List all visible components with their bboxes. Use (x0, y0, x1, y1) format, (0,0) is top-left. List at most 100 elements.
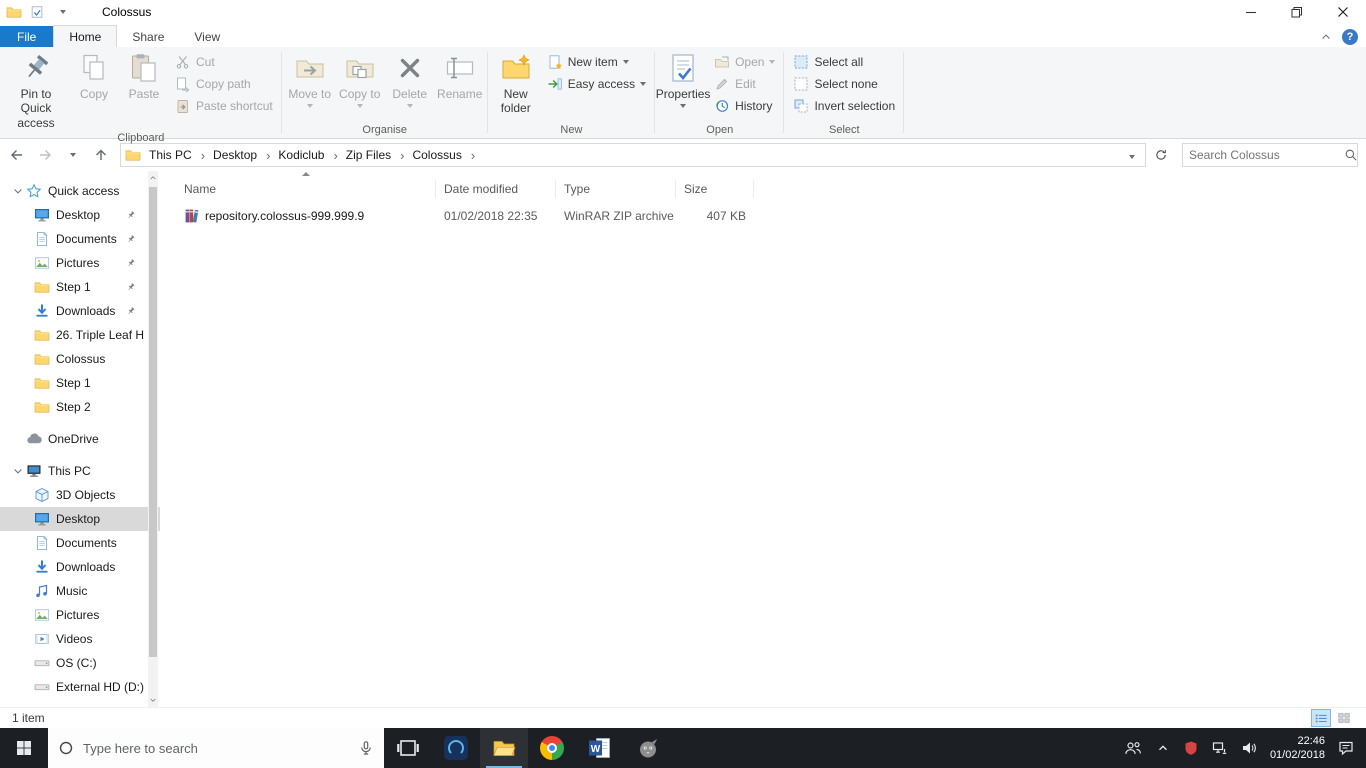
sidebar-item-this-pc[interactable]: This PC (0, 459, 160, 483)
history-button[interactable]: History (708, 95, 781, 117)
minimize-button[interactable] (1228, 0, 1274, 24)
breadcrumb-desktop[interactable]: Desktop (209, 146, 274, 165)
help-icon[interactable] (1342, 29, 1358, 45)
sidebar-item-os-c[interactable]: OS (C:) (0, 651, 160, 675)
breadcrumb-this-pc[interactable]: This PC (145, 146, 209, 165)
select-none-button[interactable]: Select none (787, 73, 901, 95)
open-button[interactable]: Open (708, 51, 781, 73)
copy-to-icon (344, 52, 376, 84)
close-button[interactable] (1320, 0, 1366, 24)
copy-to-button[interactable]: Copy to (335, 48, 385, 120)
scroll-down-icon[interactable] (148, 693, 158, 707)
paste-shortcut-button[interactable]: Paste shortcut (169, 95, 279, 117)
sidebar-item-documents-qa[interactable]: Documents (0, 227, 160, 251)
tab-share[interactable]: Share (117, 26, 179, 47)
details-view-button[interactable] (1311, 709, 1331, 727)
copy-button[interactable]: Copy (69, 48, 119, 120)
sidebar-item-music[interactable]: Music (0, 579, 160, 603)
breadcrumb-kodiclub[interactable]: Kodiclub (274, 146, 341, 165)
breadcrumb-colossus[interactable]: Colossus (408, 146, 479, 165)
quick-access-star-icon (26, 183, 44, 199)
new-item-button[interactable]: New item (541, 51, 652, 73)
sidebar-item-desktop-qa[interactable]: Desktop (0, 203, 160, 227)
taskbar-clock[interactable]: 22:46 01/02/2018 (1270, 734, 1325, 763)
sidebar-item-downloads-qa[interactable]: Downloads (0, 299, 160, 323)
sidebar-item-videos[interactable]: Videos (0, 627, 160, 651)
delete-button[interactable]: Delete (385, 48, 435, 120)
sidebar-item-3d-objects[interactable]: 3D Objects (0, 483, 160, 507)
rename-button[interactable]: Rename (435, 48, 485, 120)
network-icon[interactable] (1212, 740, 1228, 756)
tab-file[interactable]: File (0, 26, 54, 47)
word-icon[interactable] (576, 728, 624, 768)
sidebar-item-step2[interactable]: Step 2 (0, 395, 160, 419)
easy-access-button[interactable]: Easy access (541, 73, 652, 95)
sidebar-item-triple-leaf[interactable]: 26. Triple Leaf H (0, 323, 160, 347)
column-header-date-modified[interactable]: Date modified (436, 180, 556, 198)
taskbar-search-input[interactable] (83, 740, 349, 756)
qat-properties-button[interactable] (26, 2, 48, 22)
sidebar-item-desktop[interactable]: Desktop (0, 507, 160, 531)
new-folder-button[interactable]: New folder (491, 48, 541, 120)
refresh-button[interactable] (1148, 142, 1174, 168)
sidebar-item-onedrive[interactable]: OneDrive (0, 427, 160, 451)
people-icon[interactable] (1123, 738, 1143, 758)
chevron-down-icon[interactable] (10, 185, 26, 197)
action-center-icon[interactable] (1338, 740, 1354, 756)
search-icon[interactable] (1344, 148, 1358, 162)
file-row[interactable]: repository.colossus-999.999.9 01/02/2018… (176, 205, 1366, 227)
tab-view[interactable]: View (179, 26, 235, 47)
cut-button[interactable]: Cut (169, 51, 279, 73)
task-view-button[interactable] (384, 728, 432, 768)
taskbar-search[interactable] (48, 728, 384, 768)
sidebar-scrollbar[interactable] (148, 171, 158, 707)
scrollbar-thumb[interactable] (149, 187, 157, 657)
tray-chevron-up-icon[interactable] (1156, 741, 1170, 755)
sidebar-item-colossus[interactable]: Colossus (0, 347, 160, 371)
restore-button[interactable] (1274, 0, 1320, 24)
paste-button[interactable]: Paste (119, 48, 169, 120)
view-toggles (1311, 709, 1354, 727)
scroll-up-icon[interactable] (148, 171, 158, 185)
invert-selection-button[interactable]: Invert selection (787, 95, 901, 117)
volume-icon[interactable] (1241, 740, 1257, 756)
sidebar-item-quick-access[interactable]: Quick access (0, 179, 160, 203)
copy-path-button[interactable]: Copy path (169, 73, 279, 95)
gimp-icon[interactable] (624, 728, 672, 768)
dropdown-icon (406, 104, 413, 109)
folder-icon (34, 327, 52, 343)
start-button[interactable] (0, 728, 48, 768)
sidebar-item-step1[interactable]: Step 1 (0, 371, 160, 395)
search-input[interactable] (1189, 148, 1344, 162)
qat-customize-chevron-icon[interactable] (52, 2, 74, 22)
sidebar-item-external-hd-d[interactable]: External HD (D:) (0, 675, 160, 699)
column-header-size[interactable]: Size (676, 180, 754, 198)
move-to-button[interactable]: Move to (285, 48, 335, 120)
column-header-name[interactable]: Name (176, 180, 436, 198)
ribbon-group-organise: Move to Copy to Delete Rename Organise (282, 47, 488, 138)
large-icons-view-button[interactable] (1334, 709, 1354, 727)
address-history-chevron-icon[interactable] (1123, 148, 1141, 162)
sidebar-item-pictures[interactable]: Pictures (0, 603, 160, 627)
tray-app-icon[interactable] (1183, 740, 1199, 756)
sidebar-item-pictures-qa[interactable]: Pictures (0, 251, 160, 275)
breadcrumb[interactable]: This PC Desktop Kodiclub Zip Files Colos… (120, 143, 1146, 167)
pin-to-quick-access-button[interactable]: Pin to Quick access (3, 48, 69, 130)
sidebar-item-documents[interactable]: Documents (0, 531, 160, 555)
sidebar-item-step1-qa[interactable]: Step 1 (0, 275, 160, 299)
file-explorer-icon[interactable] (480, 728, 528, 768)
sidebar-item-downloads[interactable]: Downloads (0, 555, 160, 579)
chrome-icon[interactable] (528, 728, 576, 768)
tab-home[interactable]: Home (53, 25, 118, 47)
microphone-icon[interactable] (358, 740, 374, 756)
edit-button[interactable]: Edit (708, 73, 781, 95)
properties-button[interactable]: Properties (656, 48, 710, 120)
breadcrumb-zip-files[interactable]: Zip Files (342, 146, 409, 165)
select-all-button[interactable]: Select all (787, 51, 901, 73)
chevron-down-icon[interactable] (10, 465, 26, 477)
minimize-ribbon-icon[interactable] (1320, 31, 1332, 43)
copy-path-icon (175, 76, 191, 92)
column-header-type[interactable]: Type (556, 180, 676, 198)
pinned-app-1-icon[interactable] (432, 728, 480, 768)
dropdown-icon (306, 104, 313, 109)
